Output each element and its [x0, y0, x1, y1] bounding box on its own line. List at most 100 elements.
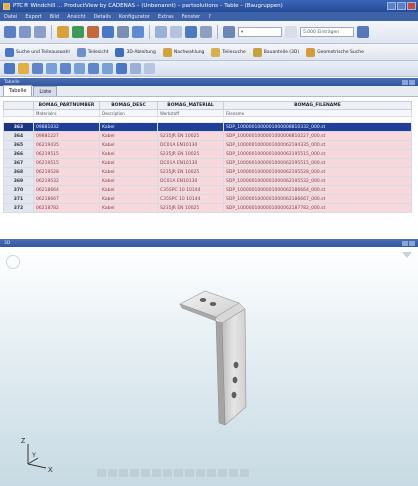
derivation-3d-button[interactable]: 3D-Ableitung [114, 46, 158, 58]
vp-camera-icon[interactable] [218, 469, 227, 477]
vp-pan-icon[interactable] [108, 469, 117, 477]
view-front-icon[interactable] [32, 63, 43, 74]
vp-wireframe-icon[interactable] [174, 469, 183, 477]
panel-pin-button[interactable] [402, 79, 408, 85]
view-zoom-icon[interactable] [144, 63, 155, 74]
vp-section-icon[interactable] [141, 469, 150, 477]
tab-list[interactable]: Liste [33, 86, 58, 96]
3d-model-bracket[interactable] [0, 247, 418, 486]
cell-desc[interactable]: Kabel [99, 167, 158, 177]
search-parts-button[interactable]: Suche und Teileauswahl [4, 46, 73, 58]
list-icon[interactable] [117, 26, 129, 38]
geometric-search-button[interactable]: Geometrische Suche [305, 46, 367, 58]
cell-filename[interactable]: SDP_1000001000001000008810227_000.st [223, 131, 412, 141]
view-iso-icon[interactable] [116, 63, 127, 74]
cell-material[interactable]: C35SPC 10 10144 [157, 185, 224, 195]
table-row[interactable]: 368 06219528 Kabel S235JR EN 10025 SDP_10000… [3, 167, 412, 177]
view-back-icon[interactable] [46, 63, 57, 74]
menu-help[interactable]: ? [208, 14, 211, 20]
table-row[interactable]: 369 06219532 Kabel DC01A EN10130 SDP_1000001… [3, 176, 412, 186]
table-row[interactable]: 372 06218782 Kabel S235JR EN 10025 SDP_10000… [3, 203, 412, 213]
cell-partnumber[interactable]: 06219435 [33, 140, 100, 150]
view-fit-icon[interactable] [130, 63, 141, 74]
vp-explode-icon[interactable] [196, 469, 205, 477]
cell-material[interactable]: S235JR EN 10025 [157, 203, 224, 213]
tab-table[interactable]: Tabelle [3, 85, 33, 96]
vp-rotate-icon[interactable] [97, 469, 106, 477]
column-header-partnumber[interactable]: BOMAG_PARTNUMBER [33, 101, 100, 110]
maximize-button[interactable] [397, 2, 406, 10]
vp-light-icon[interactable] [207, 469, 216, 477]
cell-material[interactable]: DC01A EN10130 [157, 176, 224, 186]
cell-desc[interactable]: Kabel [99, 122, 158, 132]
cell-desc[interactable]: Kabel [99, 185, 158, 195]
cell-partnumber[interactable]: 06219532 [33, 176, 100, 186]
menu-file[interactable]: Datei [4, 14, 17, 20]
filter-icon[interactable] [155, 26, 167, 38]
3d-viewport[interactable]: Z Y X [0, 247, 418, 486]
menu-window[interactable]: Fenster [182, 14, 201, 20]
measure-icon[interactable] [223, 26, 235, 38]
table-row[interactable]: 365 06219435 Kabel DC01A EN10130 SDP_1000001… [3, 140, 412, 150]
column-header-filename[interactable]: BOMAG_FILENAME [223, 101, 412, 110]
cell-filename[interactable]: SDP_1000001000001000062187782_000.st [223, 203, 412, 213]
viewer-pin-button[interactable] [402, 240, 408, 246]
cell-desc[interactable]: Kabel [99, 176, 158, 186]
cell-desc[interactable]: Kabel [99, 194, 158, 204]
menu-configurator[interactable]: Konfigurator [119, 14, 150, 20]
tools-icon[interactable] [185, 26, 197, 38]
menu-view[interactable]: Ansicht [67, 14, 85, 20]
cell-filename[interactable]: SDP_1000001000001000008810332_000.st [223, 122, 412, 132]
vp-render-icon[interactable] [163, 469, 172, 477]
cell-partnumber[interactable]: 09881032 [33, 122, 100, 132]
cell-material[interactable]: S235JR EN 10025 [157, 131, 224, 141]
minimize-button[interactable] [387, 2, 396, 10]
vp-settings-icon[interactable] [240, 469, 249, 477]
cell-material[interactable]: DC01A EN10130 [157, 158, 224, 168]
cell-material[interactable]: S235JR EN 10025 [157, 149, 224, 159]
scope-dropdown[interactable]: ▾ [238, 27, 282, 37]
view-folder-icon[interactable] [18, 63, 29, 74]
cell-material[interactable]: S235JR EN 10025 [157, 167, 224, 177]
limit-dropdown[interactable]: 5.000 Einträgen [300, 27, 354, 37]
column-header-desc[interactable]: BOMAG_DESC [99, 101, 158, 110]
grid-icon[interactable] [102, 26, 114, 38]
sort-icon[interactable] [170, 26, 182, 38]
view-right-icon[interactable] [74, 63, 85, 74]
cell-desc[interactable]: Kabel [99, 203, 158, 213]
part-search-button[interactable]: Teilesuche [210, 46, 248, 58]
cell-filename[interactable]: SDP_1000001000001000062186667_000.st [223, 194, 412, 204]
view-top-icon[interactable] [88, 63, 99, 74]
table-row[interactable]: 371 06218667 Kabel C35SPC 10 10144 SDP_10000… [3, 194, 412, 204]
menu-extras[interactable]: Extras [158, 14, 174, 20]
settings-icon[interactable] [57, 26, 69, 38]
column-header-material[interactable]: BOMAG_MATERIAL [157, 101, 224, 110]
cell-filename[interactable]: SDP_1000001000001000062195532_000.st [223, 176, 412, 186]
cell-partnumber[interactable]: 06218664 [33, 185, 100, 195]
view-bottom-icon[interactable] [102, 63, 113, 74]
view-home-icon[interactable] [4, 63, 15, 74]
vp-measure-icon[interactable] [152, 469, 161, 477]
color-icon[interactable] [87, 26, 99, 38]
post-selection-button[interactable]: Nachwahlung [162, 46, 208, 58]
cell-material[interactable]: DC01A EN10130 [157, 140, 224, 150]
cell-partnumber[interactable]: 06218667 [33, 194, 100, 204]
cell-material[interactable] [157, 122, 224, 132]
table-icon[interactable] [132, 26, 144, 38]
open-icon[interactable] [19, 26, 31, 38]
save-icon[interactable] [34, 26, 46, 38]
cell-partnumber[interactable]: 06218782 [33, 203, 100, 213]
parts-view-button[interactable]: Teilesicht [76, 46, 112, 58]
cell-filename[interactable]: SDP_1000001000001000062195515_000.st [223, 158, 412, 168]
cell-filename[interactable]: SDP_1000001000001000062194335_000.st [223, 140, 412, 150]
new-icon[interactable] [4, 26, 16, 38]
table-row[interactable]: 364 09881227 Kabel S235JR EN 10025 SDP_10000… [3, 131, 412, 141]
cell-material[interactable]: C35SPC 10 10144 [157, 194, 224, 204]
search-icon[interactable] [200, 26, 212, 38]
cell-desc[interactable]: Kabel [99, 149, 158, 159]
menu-image[interactable]: Bild [50, 14, 59, 20]
vp-shaded-icon[interactable] [185, 469, 194, 477]
table-row[interactable]: 367 06219515 Kabel DC01A EN10130 SDP_1000001… [3, 158, 412, 168]
refresh-icon[interactable] [72, 26, 84, 38]
table-row[interactable]: 370 06218664 Kabel C35SPC 10 10144 SDP_10000… [3, 185, 412, 195]
